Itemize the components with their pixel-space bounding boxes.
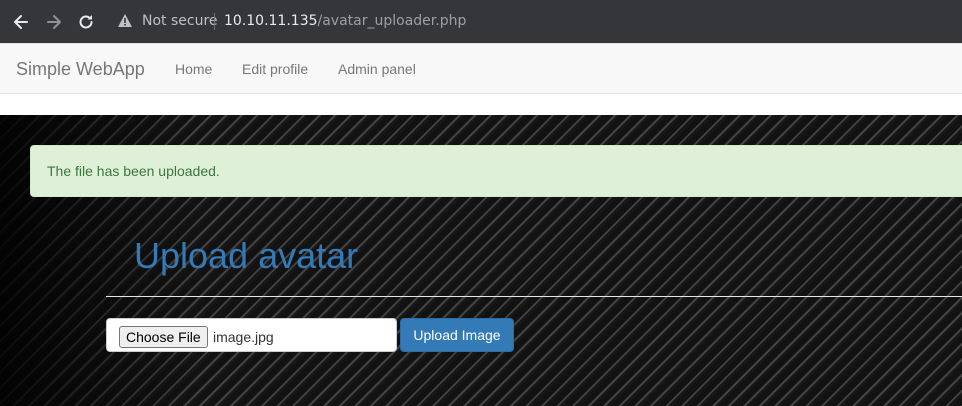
- success-alert: The file has been uploaded.: [30, 145, 962, 197]
- brand-link[interactable]: Simple WebApp: [16, 59, 145, 80]
- choose-file-button[interactable]: Choose File: [119, 326, 208, 348]
- url-path: /avatar_uploader.php: [317, 13, 467, 29]
- security-status[interactable]: Not secure: [142, 13, 218, 29]
- url-host: 10.10.11.135: [224, 13, 318, 29]
- reload-icon: [79, 15, 93, 29]
- nav-link-home[interactable]: Home: [175, 61, 212, 77]
- browser-toolbar: Not secure 10.10.11.135/avatar_uploader.…: [0, 0, 962, 43]
- arrow-right-icon: [47, 15, 61, 29]
- selected-file-name: image.jpg: [213, 329, 274, 345]
- nav-link-admin-panel[interactable]: Admin panel: [338, 61, 416, 77]
- reload-button[interactable]: [74, 10, 98, 34]
- address-bar[interactable]: 10.10.11.135/avatar_uploader.php: [224, 13, 466, 29]
- content-area: The file has been uploaded. Upload avata…: [0, 115, 962, 406]
- arrow-left-icon: [14, 15, 28, 29]
- forward-button[interactable]: [42, 10, 66, 34]
- upload-image-button[interactable]: Upload Image: [400, 318, 514, 352]
- title-divider: [106, 296, 962, 297]
- page-spacer: [0, 94, 962, 115]
- address-divider: [214, 13, 215, 30]
- site-navbar: Simple WebApp Home Edit profile Admin pa…: [0, 43, 962, 94]
- file-input[interactable]: Choose File image.jpg: [106, 318, 397, 352]
- nav-link-edit-profile[interactable]: Edit profile: [242, 61, 308, 77]
- warning-icon[interactable]: [117, 13, 133, 28]
- alert-message: The file has been uploaded.: [47, 163, 220, 179]
- page-title: Upload avatar: [134, 235, 359, 276]
- back-button[interactable]: [9, 10, 33, 34]
